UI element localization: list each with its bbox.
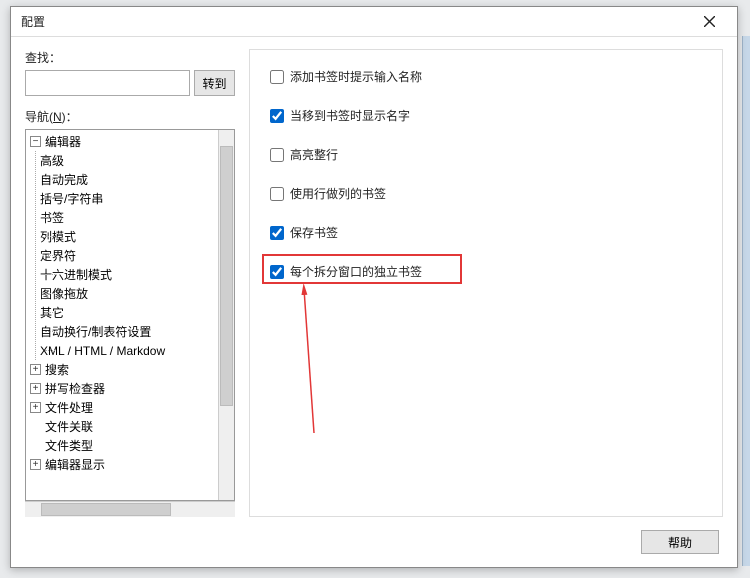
expand-icon[interactable]: +: [30, 383, 41, 394]
tree-node[interactable]: 文件关联: [26, 417, 218, 436]
option-checkbox[interactable]: [270, 226, 284, 240]
tree-node-label: 文件处理: [45, 399, 93, 416]
tree-node-label: 高级: [40, 152, 64, 169]
options-panel: 添加书签时提示输入名称当移到书签时显示名字高亮整行使用行做列的书签保存书签每个拆…: [249, 49, 723, 517]
tree-siblings: + 搜索 + 拼写检查器 + 文件处理文件关联文件类型 + 编辑器显示: [26, 360, 218, 474]
go-button[interactable]: 转到: [194, 70, 235, 96]
tree-node-label: 列模式: [40, 228, 76, 245]
option-checkbox[interactable]: [270, 265, 284, 279]
option-label: 添加书签时提示输入名称: [290, 68, 422, 85]
tree-leaf[interactable]: 自动完成: [36, 170, 218, 189]
config-dialog: 配置 查找： 转到 导航(N)： − 编辑器: [10, 6, 738, 568]
option-checkbox[interactable]: [270, 70, 284, 84]
collapse-icon[interactable]: −: [30, 136, 41, 147]
option-row[interactable]: 使用行做列的书签: [270, 185, 702, 202]
option-row[interactable]: 保存书签: [270, 224, 702, 241]
tree-node-label: 编辑器显示: [45, 456, 105, 473]
option-row[interactable]: 添加书签时提示输入名称: [270, 68, 702, 85]
tree-node-label: 文件类型: [45, 437, 93, 454]
tree-leaf[interactable]: XML / HTML / Markdow: [36, 341, 218, 360]
tree-leaf[interactable]: 高级: [36, 151, 218, 170]
tree-node-editor[interactable]: − 编辑器: [26, 132, 218, 151]
tree-leaf[interactable]: 列模式: [36, 227, 218, 246]
tree-leaf[interactable]: 定界符: [36, 246, 218, 265]
tree-node[interactable]: + 搜索: [26, 360, 218, 379]
window-title: 配置: [21, 13, 689, 30]
nav-label-key: N: [53, 110, 62, 124]
expand-icon[interactable]: +: [30, 364, 41, 375]
background-window-stub: [742, 36, 750, 566]
tree-node[interactable]: + 拼写检查器: [26, 379, 218, 398]
search-label: 查找：: [25, 49, 235, 66]
tree-node-label: 编辑器: [45, 133, 81, 150]
option-row[interactable]: 当移到书签时显示名字: [270, 107, 702, 124]
option-label: 每个拆分窗口的独立书签: [290, 263, 422, 280]
nav-tree: − 编辑器 高级自动完成括号/字符串书签列模式定界符十六进制模式图像拖放其它自动…: [25, 129, 235, 501]
tree-leaf[interactable]: 图像拖放: [36, 284, 218, 303]
tree-node[interactable]: + 文件处理: [26, 398, 218, 417]
tree-node[interactable]: + 编辑器显示: [26, 455, 218, 474]
expand-icon[interactable]: +: [30, 459, 41, 470]
vertical-scrollbar[interactable]: [218, 130, 234, 500]
tree-node-label: 搜索: [45, 361, 69, 378]
dialog-footer: 帮助: [11, 525, 737, 567]
tree-node-label: 书签: [40, 209, 64, 226]
option-checkbox[interactable]: [270, 148, 284, 162]
close-icon: [704, 16, 715, 27]
tree-node-label: 十六进制模式: [40, 266, 112, 283]
vertical-scroll-thumb[interactable]: [220, 146, 233, 406]
option-label: 当移到书签时显示名字: [290, 107, 410, 124]
tree-node-label: XML / HTML / Markdow: [40, 344, 165, 358]
tree-leaf[interactable]: 自动换行/制表符设置: [36, 322, 218, 341]
nav-label: 导航(N)：: [25, 108, 235, 125]
annotation-arrow: [300, 283, 318, 433]
search-input[interactable]: [25, 70, 190, 96]
left-panel: 查找： 转到 导航(N)： − 编辑器 高级自动完成括号/字符串书签列模式定界符…: [25, 49, 235, 517]
tree-children: 高级自动完成括号/字符串书签列模式定界符十六进制模式图像拖放其它自动换行/制表符…: [35, 151, 218, 360]
tree-leaf[interactable]: 其它: [36, 303, 218, 322]
option-row[interactable]: 每个拆分窗口的独立书签: [270, 263, 702, 280]
tree-leaf[interactable]: 十六进制模式: [36, 265, 218, 284]
tree-node-label: 其它: [40, 304, 64, 321]
option-row[interactable]: 高亮整行: [270, 146, 702, 163]
tree-node-label: 自动换行/制表符设置: [40, 323, 151, 340]
tree-inner[interactable]: − 编辑器 高级自动完成括号/字符串书签列模式定界符十六进制模式图像拖放其它自动…: [26, 130, 218, 500]
option-checkbox[interactable]: [270, 187, 284, 201]
expand-icon[interactable]: +: [30, 402, 41, 413]
option-label: 高亮整行: [290, 146, 338, 163]
search-row: 转到: [25, 70, 235, 96]
option-label: 使用行做列的书签: [290, 185, 386, 202]
close-button[interactable]: [689, 8, 729, 36]
option-label: 保存书签: [290, 224, 338, 241]
nav-label-prefix: 导航(: [25, 110, 53, 124]
tree-node-label: 拼写检查器: [45, 380, 105, 397]
help-button[interactable]: 帮助: [641, 530, 719, 554]
horizontal-scrollbar[interactable]: [25, 501, 235, 517]
tree-node-label: 自动完成: [40, 171, 88, 188]
tree-node-label: 图像拖放: [40, 285, 88, 302]
nav-label-suffix: )：: [62, 110, 78, 124]
dialog-body: 查找： 转到 导航(N)： − 编辑器 高级自动完成括号/字符串书签列模式定界符…: [11, 37, 737, 525]
options-list: 添加书签时提示输入名称当移到书签时显示名字高亮整行使用行做列的书签保存书签每个拆…: [270, 68, 702, 280]
tree-leaf[interactable]: 括号/字符串: [36, 189, 218, 208]
tree-node-label: 括号/字符串: [40, 190, 103, 207]
horizontal-scroll-thumb[interactable]: [41, 503, 171, 516]
tree-leaf[interactable]: 书签: [36, 208, 218, 227]
titlebar: 配置: [11, 7, 737, 37]
option-checkbox[interactable]: [270, 109, 284, 123]
tree-node[interactable]: 文件类型: [26, 436, 218, 455]
tree-node-label: 文件关联: [45, 418, 93, 435]
tree-node-label: 定界符: [40, 247, 76, 264]
